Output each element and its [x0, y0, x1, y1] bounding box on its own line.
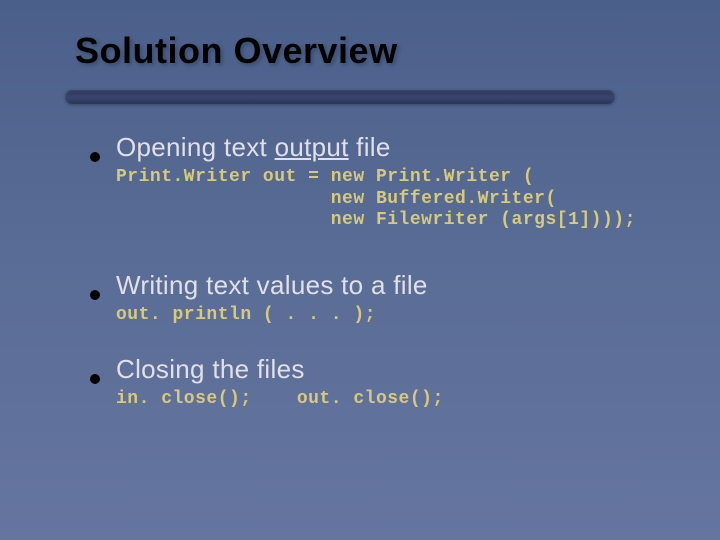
bullet-text: Closing the files [116, 354, 305, 385]
bullet-text-pre: Writing text values to a file [116, 270, 428, 300]
bullet-item: Opening text output file [90, 132, 680, 163]
title-underline-bar [65, 90, 615, 104]
bullet-text: Writing text values to a file [116, 270, 428, 301]
code-block: Print.Writer out = new Print.Writer ( ne… [116, 167, 680, 232]
bullet-icon [90, 152, 100, 162]
bullet-icon [90, 374, 100, 384]
bullet-icon [90, 290, 100, 300]
code-block: in. close(); out. close(); [116, 389, 680, 411]
bullet-text-underlined: output [275, 132, 349, 162]
bullet-text-post: file [349, 132, 391, 162]
content-area: Opening text output file Print.Writer ou… [0, 104, 720, 411]
code-block: out. println ( . . . ); [116, 305, 680, 327]
title-area: Solution Overview [0, 0, 720, 104]
bullet-text: Opening text output file [116, 132, 391, 163]
slide-title: Solution Overview [75, 30, 720, 72]
bullet-item: Writing text values to a file [90, 270, 680, 301]
bullet-text-pre: Opening text [116, 132, 275, 162]
bullet-item: Closing the files [90, 354, 680, 385]
slide: Solution Overview Opening text output fi… [0, 0, 720, 540]
bullet-text-pre: Closing the files [116, 354, 305, 384]
